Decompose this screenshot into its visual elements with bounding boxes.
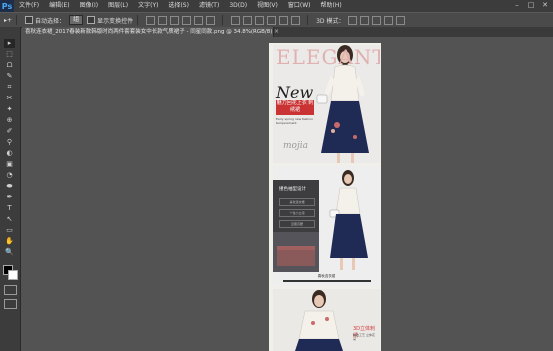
tools-panel: ▸ ⬚ ᗝ ✎ ⌗ ✂ ✦ ⊕ ✐ ⚲ ◐ ▣ ◔ ⬬ ✒ T ↖ ▭ ✋ 🔍 — [0, 27, 21, 351]
brush-tool-icon[interactable]: ✐ — [4, 127, 15, 136]
detail-line: 显瘦高腰 — [279, 220, 315, 228]
menu-help[interactable]: 帮助(H) — [316, 0, 347, 12]
menu-edit[interactable]: 编辑(E) — [44, 0, 74, 12]
shape-tool-icon[interactable]: ▭ — [4, 226, 15, 235]
document-tab-bar: 喜秋连衣裙_2017春装新款韩版时尚两件套套装女中长款气质裙子 - 同星同款.p… — [22, 27, 553, 37]
detail-bar — [283, 280, 371, 282]
close-icon[interactable]: × — [274, 27, 279, 37]
healing-tool-icon[interactable]: ✦ — [4, 105, 15, 114]
model-figure-2 — [329, 170, 368, 270]
checkbox-icon — [25, 16, 34, 24]
detail-dark-panel: 撞色袖型设计 喜秋连衣裙 个性小立领 显瘦高腰 — [273, 180, 319, 272]
menu-select[interactable]: 选择(S) — [163, 0, 194, 12]
detail-title: 撞色袖型设计 — [279, 187, 306, 192]
product-banner-1: ELEGANT New 魅力回花上衣 刺绣裙 Early spring new … — [273, 45, 380, 163]
banner-small-text: Early spring new fashion temperament — [276, 117, 313, 125]
screen-mode-icon[interactable] — [4, 299, 17, 309]
embroidery-sub: 精致工艺 立体花朵 — [353, 333, 375, 341]
menu-file[interactable]: 文件(F) — [14, 0, 44, 12]
type-tool-icon[interactable]: T — [4, 204, 15, 213]
show-transform-checkbox[interactable]: 显示变换控件 — [87, 16, 133, 25]
model-figure-3 — [295, 290, 343, 351]
minimize-button[interactable]: – — [511, 0, 523, 10]
mode-3d-label: 3D 模式： — [316, 17, 345, 25]
blur-tool-icon[interactable]: ◔ — [4, 171, 15, 180]
quick-mask-icon[interactable] — [4, 285, 17, 295]
rotate-3d-icon[interactable] — [348, 15, 358, 25]
detail-caption: 喜秋连衣裙 — [317, 274, 336, 278]
room-photo — [273, 232, 319, 272]
zoom-tool-icon[interactable]: 🔍 — [4, 248, 15, 257]
divider — [307, 15, 309, 25]
distribute-hcenter-icon[interactable] — [279, 15, 289, 25]
quick-select-tool-icon[interactable]: ✎ — [4, 72, 15, 81]
distribute-left-icon[interactable] — [267, 15, 277, 25]
menu-filter[interactable]: 滤镜(T) — [194, 0, 224, 12]
lasso-tool-icon[interactable]: ᗝ — [4, 61, 15, 70]
menu-view[interactable]: 视图(V) — [252, 0, 283, 12]
menu-image[interactable]: 图像(I) — [75, 0, 103, 12]
window-controls: – □ ✕ — [509, 0, 551, 10]
show-transform-label: 显示变换控件 — [97, 17, 134, 25]
align-right-icon[interactable] — [206, 15, 216, 25]
distribute-right-icon[interactable] — [291, 15, 301, 25]
document-tab[interactable]: 喜秋连衣裙_2017春装新款韩版时尚两件套套装女中长款气质裙子 - 同星同款.p… — [22, 27, 274, 37]
divider — [137, 15, 139, 25]
distribute-bottom-icon[interactable] — [255, 15, 265, 25]
gradient-tool-icon[interactable]: ▣ — [4, 160, 15, 169]
product-banner-2: 撞色袖型设计 喜秋连衣裙 个性小立领 显瘦高腰 喜秋连衣裙 — [273, 166, 380, 286]
stamp-tool-icon[interactable]: ⊕ — [4, 116, 15, 125]
product-banner-3: 3D立体刺绣 精致工艺 立体花朵 — [273, 289, 380, 351]
brand-text: mojia — [283, 141, 308, 151]
background-color-swatch[interactable] — [8, 270, 18, 280]
detail-line: 喜秋连衣裙 — [279, 198, 315, 206]
banner-red-label: 魅力回花上衣 刺绣裙 — [276, 100, 314, 115]
align-left-icon[interactable] — [182, 15, 192, 25]
banner-title: ELEGANT — [276, 45, 380, 69]
move-tool-preset[interactable]: ▸+ — [4, 17, 12, 24]
hand-tool-icon[interactable]: ✋ — [4, 237, 15, 246]
align-hcenter-icon[interactable] — [194, 15, 204, 25]
distribute-vcenter-icon[interactable] — [243, 15, 253, 25]
options-bar: ▸+ 自动选择： 组 显示变换控件 3D 模式： — [0, 12, 553, 28]
checkbox-icon — [87, 16, 96, 24]
auto-select-checkbox[interactable]: 自动选择： — [25, 16, 65, 25]
move-tool-icon[interactable]: ▸ — [4, 39, 15, 48]
eraser-tool-icon[interactable]: ◐ — [4, 149, 15, 158]
detail-line: 个性小立领 — [279, 209, 315, 217]
roll-3d-icon[interactable] — [360, 15, 370, 25]
close-button[interactable]: ✕ — [539, 0, 551, 10]
auto-select-dropdown[interactable]: 组 — [69, 15, 84, 25]
path-select-tool-icon[interactable]: ↖ — [4, 215, 15, 224]
menu-window[interactable]: 窗口(W) — [283, 0, 316, 12]
maximize-button[interactable]: □ — [525, 0, 537, 10]
drag-3d-icon[interactable] — [372, 15, 382, 25]
history-brush-tool-icon[interactable]: ⚲ — [4, 138, 15, 147]
distribute-top-icon[interactable] — [231, 15, 241, 25]
dodge-tool-icon[interactable]: ⬬ — [4, 182, 15, 191]
auto-select-label: 自动选择： — [35, 17, 66, 25]
divider — [16, 15, 18, 25]
menu-type[interactable]: 文字(Y) — [133, 0, 163, 12]
align-bottom-icon[interactable] — [170, 15, 180, 25]
menu-3d[interactable]: 3D(D) — [224, 0, 252, 12]
menu-bar: Ps 文件(F) 编辑(E) 图像(I) 图层(L) 文字(Y) 选择(S) 滤… — [0, 0, 553, 12]
pen-tool-icon[interactable]: ✒ — [4, 193, 15, 202]
crop-tool-icon[interactable]: ⌗ — [4, 83, 15, 92]
align-top-icon[interactable] — [146, 15, 156, 25]
marquee-tool-icon[interactable]: ⬚ — [4, 50, 15, 59]
photoshop-logo-icon: Ps — [0, 0, 14, 12]
menu-layer[interactable]: 图层(L) — [103, 0, 133, 12]
slice-tool-icon[interactable]: ✂ — [4, 94, 15, 103]
slide-3d-icon[interactable] — [384, 15, 394, 25]
align-vcenter-icon[interactable] — [158, 15, 168, 25]
divider — [222, 15, 224, 25]
scale-3d-icon[interactable] — [396, 15, 406, 25]
